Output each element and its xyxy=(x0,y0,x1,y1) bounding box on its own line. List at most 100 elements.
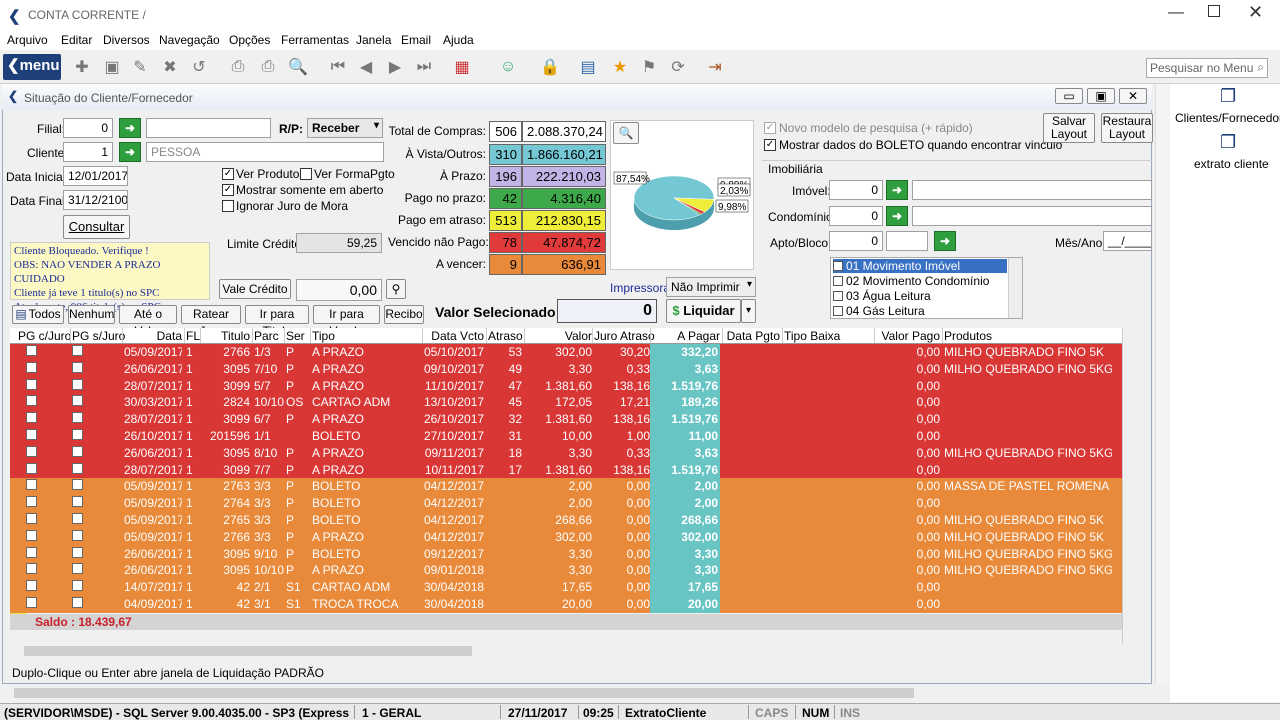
list-item[interactable]: 03 Água Leitura xyxy=(833,289,1007,303)
list-item[interactable]: 01 Movimento Imóvel xyxy=(833,259,1007,273)
table-row[interactable]: 05/09/2017 1 2764 3/3 P BOLETO 04/12/2017 2,00 0… xyxy=(10,495,1122,512)
column-header[interactable]: Data xyxy=(124,329,182,343)
action-button-6[interactable]: Recibo xyxy=(384,305,424,324)
table-row[interactable]: 30/03/2017 1 2824 10/10 OS CARTAO ADM 13/10/20… xyxy=(10,394,1122,412)
filial-go-button[interactable]: ➜ xyxy=(119,118,141,138)
ignorar-juro-checkbox[interactable] xyxy=(222,200,234,212)
exit-icon[interactable]: ⇥ xyxy=(703,55,727,79)
action-button-4[interactable]: Ir para Titulo xyxy=(245,305,309,338)
prev-record-icon[interactable]: ◀ xyxy=(354,55,378,79)
edit-icon[interactable]: ✎ xyxy=(128,55,152,79)
list-item[interactable]: 02 Movimento Condomínio xyxy=(833,274,1007,288)
column-header[interactable]: Produtos xyxy=(944,329,1112,343)
row-checkbox[interactable] xyxy=(26,445,37,457)
next-record-icon[interactable]: ▶ xyxy=(383,55,407,79)
row-checkbox[interactable] xyxy=(26,563,37,575)
vale-credito-button[interactable]: Vale Crédito xyxy=(219,279,291,299)
delete-icon[interactable]: ✖ xyxy=(158,55,182,79)
save-icon[interactable]: ▣ xyxy=(100,55,124,79)
menu-ajuda[interactable]: Ajuda xyxy=(443,33,474,47)
column-header[interactable]: Titulo xyxy=(202,329,250,343)
row-checkbox[interactable] xyxy=(72,513,83,524)
table-row[interactable]: 28/07/2017 1 3099 6/7 P A PRAZO 26/10/2017 32 1.… xyxy=(10,411,1122,428)
liquidar-button[interactable]: $ Liquidar xyxy=(666,299,741,323)
new-icon[interactable]: ✚ xyxy=(70,55,94,79)
apto-go-button[interactable]: ➜ xyxy=(934,231,956,251)
menu-janela[interactable]: Janela xyxy=(356,33,391,47)
list-item[interactable]: 04 Gás Leitura xyxy=(833,304,1007,318)
cliente-go-button[interactable]: ➜ xyxy=(119,142,141,162)
condominio-go-button[interactable]: ➜ xyxy=(886,206,908,226)
action-button-3[interactable]: Ratear Juro xyxy=(181,305,241,338)
row-checkbox[interactable] xyxy=(72,496,83,508)
filial-name-input[interactable] xyxy=(146,118,271,138)
side-item-clientes[interactable]: Clientes/Fornecedores xyxy=(1175,111,1280,125)
row-checkbox[interactable] xyxy=(26,412,37,424)
rp-select[interactable]: Receber ▾ xyxy=(307,118,383,138)
close-icon[interactable]: ✕ xyxy=(1248,2,1263,23)
liquidar-dropdown-button[interactable]: ▾ xyxy=(741,299,756,323)
bloco-input[interactable] xyxy=(886,231,928,251)
condominio-name-input[interactable] xyxy=(912,206,1152,226)
row-checkbox[interactable] xyxy=(72,529,83,541)
main-hscroll-thumb[interactable] xyxy=(14,688,914,698)
row-checkbox[interactable] xyxy=(26,345,37,356)
row-checkbox[interactable] xyxy=(72,345,83,356)
table-row[interactable]: 26/06/2017 1 3095 7/10 P A PRAZO 09/10/2017 49 3… xyxy=(10,360,1122,378)
action-button-2[interactable]: Até o Valor xyxy=(119,305,177,338)
table-row[interactable]: 05/09/2017 1 2763 3/3 P BOLETO 04/12/2017 2,00 0… xyxy=(10,478,1122,496)
row-checkbox[interactable] xyxy=(72,479,83,491)
row-checkbox[interactable] xyxy=(72,462,83,474)
row-checkbox[interactable] xyxy=(26,546,37,558)
action-button-1[interactable]: Nenhum xyxy=(68,305,115,324)
column-header[interactable]: Juro Atraso xyxy=(594,329,655,343)
table-row[interactable]: 14/07/2017 1 42 2/1 S1 CARTAO ADM 30/04/2018 17… xyxy=(10,579,1122,596)
child-maximize-button[interactable]: ▣ xyxy=(1087,88,1115,104)
row-checkbox[interactable] xyxy=(72,563,83,575)
column-header[interactable]: Atraso xyxy=(488,329,523,343)
impressora-select[interactable]: Não Imprimir ▾ xyxy=(666,277,756,297)
child-close-button[interactable]: ✕ xyxy=(1119,88,1147,104)
first-record-icon[interactable]: ⏮ xyxy=(326,55,350,79)
consultar-button[interactable]: Consultar xyxy=(63,215,130,239)
list-scrollbar[interactable] xyxy=(1008,258,1022,318)
print-icon[interactable]: ⎙ xyxy=(256,55,280,79)
table-row[interactable]: 26/06/2017 1 3095 10/10 P A PRAZO 09/01/2018 3,… xyxy=(10,562,1122,580)
cliente-input[interactable]: 1 xyxy=(63,142,113,162)
column-header[interactable]: Tipo Baixa xyxy=(784,329,874,343)
column-header[interactable]: FL xyxy=(186,329,200,343)
filial-input[interactable]: 0 xyxy=(63,118,113,138)
menu-arquivo[interactable]: Arquivo xyxy=(7,33,48,47)
clientes-icon[interactable]: ❐ xyxy=(1220,86,1236,107)
list-item-checkbox[interactable] xyxy=(833,291,843,301)
table-row[interactable]: 28/07/2017 1 3099 5/7 P A PRAZO 11/10/2017 47 1.… xyxy=(10,377,1122,395)
menu-email[interactable]: Email xyxy=(401,33,431,47)
menu-button[interactable]: ❮menu xyxy=(3,54,61,80)
column-header[interactable]: Valor xyxy=(526,329,592,343)
imovel-name-input[interactable] xyxy=(912,180,1152,200)
menu-ferramentas[interactable]: Ferramentas xyxy=(281,33,349,47)
mostrar-aberto-checkbox[interactable]: ✓ xyxy=(222,184,234,196)
list-item-checkbox[interactable] xyxy=(833,306,843,316)
cliente-name-input[interactable]: PESSOA xyxy=(146,142,384,162)
search-doc-icon[interactable]: 🔍 xyxy=(286,55,310,79)
zoom-button[interactable]: 🔍 xyxy=(613,122,639,144)
extrato-icon[interactable]: ❐ xyxy=(1220,132,1236,153)
table-row[interactable]: 28/07/2017 1 3099 7/7 P A PRAZO 10/11/2017 17 1.… xyxy=(10,461,1122,479)
column-header[interactable]: Tipo xyxy=(312,329,420,343)
restaurar-layout-button[interactable]: Restaura Layout xyxy=(1101,113,1153,143)
grid-hscroll-thumb[interactable] xyxy=(24,646,472,656)
window-icon[interactable]: ▤ xyxy=(576,55,600,79)
novo-modelo-checkbox[interactable]: ✓ xyxy=(764,122,776,134)
menu-search-box[interactable]: Pesquisar no Menu ⌕ xyxy=(1146,58,1268,78)
column-header[interactable]: Data Vcto xyxy=(424,329,484,343)
apto-input[interactable]: 0 xyxy=(829,231,883,251)
star-icon[interactable]: ★ xyxy=(608,55,632,79)
grid-hscrollbar[interactable] xyxy=(10,644,1122,658)
ver-formapgto-checkbox[interactable] xyxy=(300,168,312,180)
row-checkbox[interactable] xyxy=(26,395,37,407)
table-row[interactable]: 04/09/2017 1 42 3/1 S1 TROCA TROCA 30/04/2018 2… xyxy=(10,596,1122,613)
row-checkbox[interactable] xyxy=(26,462,37,474)
column-header[interactable]: Data Pgto xyxy=(724,329,780,343)
row-checkbox[interactable] xyxy=(72,378,83,390)
